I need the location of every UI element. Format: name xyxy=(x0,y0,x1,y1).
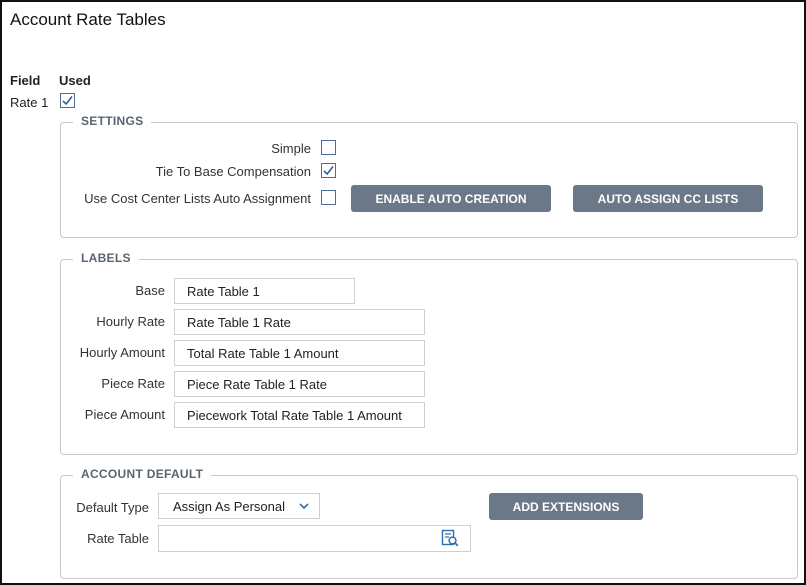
account-default-group: ACCOUNT DEFAULT Default Type Assign As P… xyxy=(60,467,798,579)
used-column-header: Used xyxy=(59,73,91,88)
check-icon xyxy=(62,96,73,106)
rate-row-label: Rate 1 xyxy=(10,95,49,110)
enable-auto-creation-button[interactable]: ENABLE AUTO CREATION xyxy=(351,185,551,212)
hourly-rate-label: Hourly Rate xyxy=(96,314,165,329)
hourly-amount-label: Hourly Amount xyxy=(79,345,165,360)
hourly-rate-input[interactable] xyxy=(174,309,425,335)
piece-amount-input[interactable] xyxy=(174,402,425,428)
labels-group: LABELS Base Hourly Rate Hourly Amount Pi… xyxy=(60,251,798,455)
piece-rate-label: Piece Rate xyxy=(101,376,165,391)
hourly-amount-input[interactable] xyxy=(174,340,425,366)
cost-center-label: Use Cost Center Lists Auto Assignment xyxy=(84,191,311,206)
cost-center-checkbox[interactable] xyxy=(321,190,336,205)
rate-table-label: Rate Table xyxy=(87,531,149,546)
settings-group: SETTINGS Simple Tie To Base Compensation… xyxy=(60,114,798,238)
default-type-select[interactable]: Assign As Personal xyxy=(158,493,320,519)
account-default-legend: ACCOUNT DEFAULT xyxy=(73,467,212,481)
check-icon xyxy=(323,166,334,176)
rate-table-input[interactable] xyxy=(158,525,471,552)
simple-checkbox[interactable] xyxy=(321,140,336,155)
base-label: Base xyxy=(135,283,165,298)
chevron-down-icon xyxy=(299,503,309,510)
simple-label: Simple xyxy=(271,141,311,156)
tie-to-base-checkbox[interactable] xyxy=(321,163,336,178)
field-column-header: Field xyxy=(10,73,41,88)
piece-amount-label: Piece Amount xyxy=(84,407,165,422)
base-input[interactable] xyxy=(174,278,355,304)
rate-table-lookup xyxy=(158,525,471,552)
account-rate-tables-panel: Account Rate Tables Field Used Rate 1 SE… xyxy=(0,0,806,585)
piece-rate-input[interactable] xyxy=(174,371,425,397)
default-type-label: Default Type xyxy=(76,500,149,515)
rate-used-checkbox[interactable] xyxy=(60,93,75,108)
auto-assign-cc-lists-button[interactable]: AUTO ASSIGN CC LISTS xyxy=(573,185,763,212)
default-type-value: Assign As Personal xyxy=(173,498,286,514)
lookup-icon[interactable] xyxy=(441,529,459,547)
settings-legend: SETTINGS xyxy=(73,114,152,128)
tie-to-base-label: Tie To Base Compensation xyxy=(155,164,311,179)
labels-legend: LABELS xyxy=(73,251,139,265)
page-title: Account Rate Tables xyxy=(10,10,166,29)
add-extensions-button[interactable]: ADD EXTENSIONS xyxy=(489,493,643,520)
